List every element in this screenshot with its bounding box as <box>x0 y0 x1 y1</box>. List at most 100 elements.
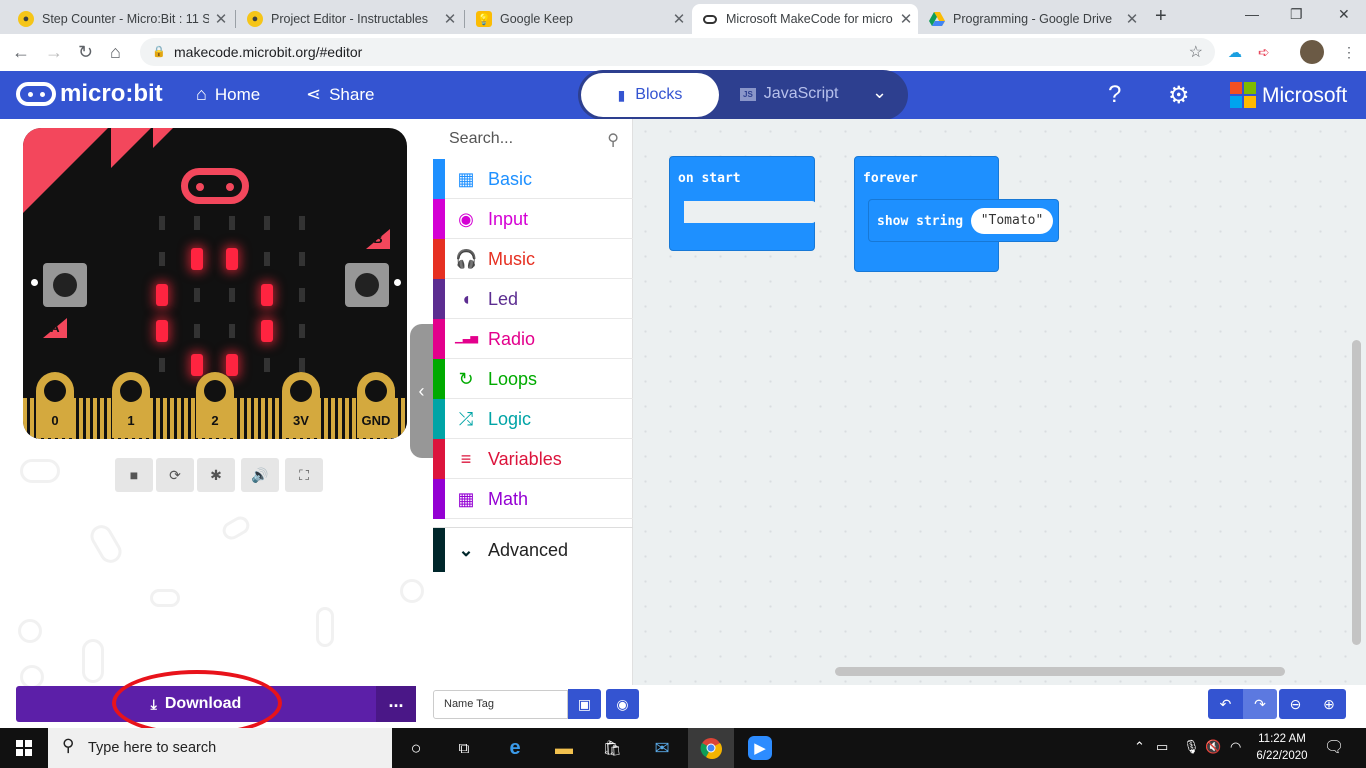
home-icon[interactable]: ⌂ <box>110 42 121 63</box>
collapse-simulator-button[interactable]: ‹ <box>410 324 433 458</box>
toolbox-category-math[interactable]: ▦ Math <box>433 479 633 519</box>
undo-button[interactable]: ↶ <box>1208 689 1243 719</box>
browser-tab-google-keep[interactable]: 💡 Google Keep ✕ <box>466 4 691 34</box>
on-start-block[interactable]: on start <box>669 156 816 251</box>
new-tab-button[interactable]: + <box>1155 5 1167 28</box>
share-button[interactable]: ⋖ Share <box>306 84 374 105</box>
back-arrow-icon[interactable]: ← <box>12 42 30 63</box>
button-a[interactable] <box>43 263 87 307</box>
toolbox-category-led[interactable]: ◖ Led <box>433 279 633 319</box>
chrome-taskbar-icon[interactable] <box>688 728 734 768</box>
string-value-input[interactable]: "Tomato" <box>971 208 1053 234</box>
microphone-icon[interactable]: 🎙 <box>1183 739 1200 755</box>
close-tab-icon[interactable]: ✕ <box>667 10 691 28</box>
wifi-icon[interactable]: ◠ <box>1230 739 1241 755</box>
minus-icon: ⊖ <box>1289 695 1302 712</box>
project-name-input[interactable]: Name Tag <box>433 690 568 719</box>
microsoft-logo-icon[interactable] <box>1230 82 1256 108</box>
led-r2-c2 <box>229 288 235 302</box>
microbit-logo[interactable]: micro:bit <box>16 80 163 108</box>
sound-icon[interactable]: 🔊 <box>241 458 279 492</box>
led-r2-c3 <box>261 284 273 306</box>
download-more-button[interactable]: ... <box>376 686 416 722</box>
speaker-muted-icon[interactable]: 🔇 <box>1205 739 1221 755</box>
more-menu-icon[interactable]: ⋮ <box>1342 44 1356 61</box>
toolbox-category-music[interactable]: 🎧 Music <box>433 239 633 279</box>
debug-bug-icon[interactable]: ✱ <box>197 458 235 492</box>
toolbox-category-radio[interactable]: ▁▃▅ Radio <box>433 319 633 359</box>
javascript-tab[interactable]: JS JavaScript <box>740 85 839 103</box>
close-tab-icon[interactable]: ✕ <box>438 10 462 28</box>
led-r3-c3 <box>261 320 273 342</box>
file-explorer-icon[interactable]: ▬ <box>552 736 576 760</box>
chevron-down-icon[interactable]: ⌄ <box>872 82 887 103</box>
extension-arrow-icon[interactable]: ➪ <box>1258 44 1270 61</box>
system-clock[interactable]: 11:22 AM 6/22/2020 <box>1252 731 1312 765</box>
microsoft-brand-text[interactable]: Microsoft <box>1262 84 1347 108</box>
window-close-icon[interactable]: ✕ <box>1338 6 1350 23</box>
browser-tab-project-editor[interactable]: ● Project Editor - Instructables ✕ <box>237 4 462 34</box>
blocks-tab[interactable]: ▮ Blocks <box>581 73 719 117</box>
close-tab-icon[interactable]: ✕ <box>894 10 918 28</box>
toolbox-category-basic[interactable]: ▦ Basic <box>433 159 633 199</box>
gear-icon[interactable]: ⚙ <box>1168 81 1190 110</box>
zoom-out-button[interactable]: ⊖ <box>1279 689 1312 719</box>
redo-button[interactable]: ↷ <box>1243 689 1277 719</box>
notifications-icon[interactable]: 🗨 <box>1324 737 1344 757</box>
toolbox-category-advanced[interactable]: ⌄ Advanced <box>433 527 633 572</box>
profile-avatar[interactable] <box>1300 40 1324 64</box>
close-tab-icon[interactable]: ✕ <box>209 10 233 28</box>
toolbox-category-loops[interactable]: ↻ Loops <box>433 359 633 399</box>
share-icon: ⋖ <box>306 84 322 104</box>
fullscreen-icon[interactable]: ⛶ <box>285 458 323 492</box>
home-button[interactable]: ⌂ Home <box>196 84 260 105</box>
zoom-in-button[interactable]: ⊕ <box>1312 689 1346 719</box>
cortana-icon[interactable]: ○ <box>404 736 428 760</box>
windows-taskbar: ⚲ Type here to search ○ ⧉ e ▬ 🛍 ✉ ▶ ⌃ ▭ … <box>0 728 1366 768</box>
reload-icon[interactable]: ↻ <box>78 42 93 63</box>
toolbox-category-variables[interactable]: ≡ Variables <box>433 439 633 479</box>
category-color-bar <box>433 399 445 439</box>
browser-tab-step-counter[interactable]: ● Step Counter - Micro:Bit : 11 St ✕ <box>8 4 233 34</box>
edge-browser-icon[interactable]: e <box>503 736 527 760</box>
vertical-scrollbar[interactable] <box>1352 340 1361 645</box>
toolbox-category-input[interactable]: ◉ Input <box>433 199 633 239</box>
chevron-up-icon[interactable]: ⌃ <box>1134 739 1145 755</box>
stop-icon[interactable]: ■ <box>115 458 153 492</box>
horizontal-scrollbar[interactable] <box>835 667 1285 676</box>
browser-tab-makecode[interactable]: Microsoft MakeCode for micro ✕ <box>692 4 918 34</box>
forward-arrow-icon[interactable]: → <box>45 42 63 63</box>
mail-icon[interactable]: ✉ <box>650 736 674 760</box>
maximize-icon[interactable]: ❐ <box>1290 6 1303 23</box>
windows-start-icon[interactable] <box>12 736 36 760</box>
github-button[interactable]: ◉ <box>606 689 639 719</box>
extension-cloud-icon[interactable]: ☁ <box>1228 44 1242 61</box>
address-bar[interactable]: 🔒 makecode.microbit.org/#editor ☆ <box>140 38 1215 66</box>
toolbox-search-input[interactable]: Search... ⚲ <box>433 119 633 159</box>
help-icon[interactable]: ? <box>1108 81 1121 109</box>
minimize-icon[interactable]: — <box>1245 6 1259 22</box>
microbit-face-logo <box>181 168 249 204</box>
close-tab-icon[interactable]: ✕ <box>1120 10 1144 28</box>
show-string-block[interactable]: show string "Tomato" <box>868 199 1059 242</box>
toolbox-category-logic[interactable]: ⤮ Logic <box>433 399 633 439</box>
pin-gnd[interactable]: GND <box>357 372 395 438</box>
led-r3-c1 <box>194 324 200 338</box>
battery-icon[interactable]: ▭ <box>1156 739 1168 755</box>
pin-1[interactable]: 1 <box>112 372 150 438</box>
pin-2[interactable]: 2 <box>196 372 234 438</box>
task-view-icon[interactable]: ⧉ <box>452 736 476 760</box>
red-annotation-circle <box>112 670 282 736</box>
blocks-workspace[interactable]: on start forever show string "Tomato" <box>633 119 1366 685</box>
taskbar-search-input[interactable]: ⚲ Type here to search <box>48 728 392 768</box>
pin-3v[interactable]: 3V <box>282 372 320 438</box>
button-b[interactable] <box>345 263 389 307</box>
save-button[interactable]: ▣ <box>568 689 601 719</box>
store-icon[interactable]: 🛍 <box>600 736 624 760</box>
microbit-board[interactable]: A B 0 1 2 3V GND <box>23 128 407 439</box>
browser-tab-google-drive[interactable]: Programming - Google Drive ✕ <box>919 4 1144 34</box>
zoom-app-icon[interactable]: ▶ <box>748 736 772 760</box>
pin-0[interactable]: 0 <box>36 372 74 438</box>
restart-icon[interactable]: ⟳ <box>156 458 194 492</box>
bookmark-star-icon[interactable]: ☆ <box>1189 42 1203 62</box>
